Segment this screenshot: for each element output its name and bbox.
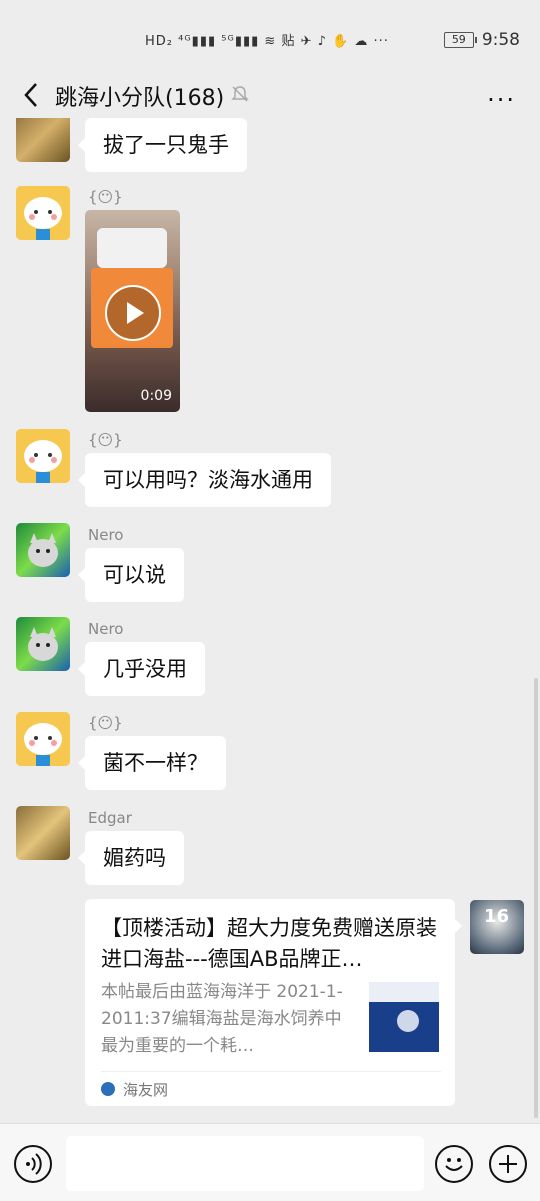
chat-header: 跳海小分队(168) ··· <box>0 72 540 118</box>
chat-message-list[interactable]: 拔了一只鬼手 {😶} 0:09 {😶} 可以用吗？淡海水通用 Nero 可以说 … <box>0 118 540 1123</box>
sender-name: Nero <box>88 526 124 544</box>
sender-name: {😶} <box>88 188 123 206</box>
source-logo-icon <box>101 1082 115 1096</box>
link-card-title: 【顶楼活动】超大力度免费赠送原装进口海盐---德国AB品牌正… <box>101 916 437 971</box>
link-card-source: 海友网 <box>123 1081 169 1099</box>
avatar-badge-text: 16 <box>484 906 510 927</box>
plus-icon <box>499 1155 517 1173</box>
message-bubble[interactable]: 媚药吗 <box>78 831 184 885</box>
link-card-thumbnail <box>369 982 439 1052</box>
sender-name: {😶} <box>88 714 123 732</box>
add-more-button[interactable] <box>489 1145 527 1183</box>
status-right: 59 9:58 <box>443 30 520 50</box>
message-bubble[interactable]: 可以说 <box>78 548 184 602</box>
sender-avatar[interactable] <box>16 186 70 240</box>
sender-name: {😶} <box>88 431 123 449</box>
sender-name: Nero <box>88 620 124 638</box>
link-card-divider <box>101 1071 441 1072</box>
link-card-description: 本帖最后由蓝海海洋于 2021-1-2011:37编辑海盐是海水饲养中最为重要的… <box>101 982 343 1056</box>
message-bubble[interactable]: 拔了一只鬼手 <box>78 118 247 172</box>
sender-avatar[interactable] <box>16 118 70 162</box>
cat-avatar-icon <box>28 627 58 661</box>
sender-avatar[interactable] <box>16 523 70 577</box>
play-icon[interactable] <box>105 285 161 341</box>
mute-bell-icon <box>231 86 249 102</box>
video-message[interactable]: 0:09 <box>85 210 180 412</box>
network-status-icons: HD₂ ⁴ᴳ▮▮▮ ⁵ᴳ▮▮▮ ≋ 贴 ✈ ♪ ✋ ☁ ··· <box>145 34 389 49</box>
clock: 9:58 <box>481 30 520 50</box>
cat-avatar-icon <box>28 533 58 567</box>
input-bar <box>0 1123 540 1201</box>
scrollbar[interactable] <box>534 678 538 1118</box>
back-arrow-icon[interactable] <box>18 80 48 110</box>
my-avatar[interactable]: 16 <box>470 900 524 954</box>
voice-input-button[interactable] <box>14 1145 52 1183</box>
message-bubble[interactable]: 可以用吗？淡海水通用 <box>78 453 331 507</box>
sender-avatar[interactable] <box>16 806 70 860</box>
cartoon-face-icon <box>16 429 70 483</box>
link-share-card[interactable]: 【顶楼活动】超大力度免费赠送原装进口海盐---德国AB品牌正… 本帖最后由蓝海海… <box>85 899 462 1106</box>
sender-avatar[interactable] <box>16 429 70 483</box>
message-bubble[interactable]: 菌不一样？ <box>78 736 226 790</box>
sender-name: Edgar <box>88 809 132 827</box>
message-bubble[interactable]: 几乎没用 <box>78 642 205 696</box>
status-bar: HD₂ ⁴ᴳ▮▮▮ ⁵ᴳ▮▮▮ ≋ 贴 ✈ ♪ ✋ ☁ ··· 59 9:58 <box>0 0 540 72</box>
video-duration: 0:09 <box>140 388 172 404</box>
voice-icon <box>26 1153 42 1175</box>
emoji-button[interactable] <box>435 1145 473 1183</box>
smiley-icon <box>445 1158 463 1171</box>
cartoon-face-icon <box>16 186 70 240</box>
cartoon-face-icon <box>16 712 70 766</box>
chat-title: 跳海小分队(168) <box>55 86 225 111</box>
sender-avatar[interactable] <box>16 617 70 671</box>
more-options-icon[interactable]: ··· <box>487 86 516 114</box>
sender-avatar[interactable] <box>16 712 70 766</box>
message-input[interactable] <box>66 1136 424 1191</box>
battery-icon: 59 <box>443 32 477 48</box>
